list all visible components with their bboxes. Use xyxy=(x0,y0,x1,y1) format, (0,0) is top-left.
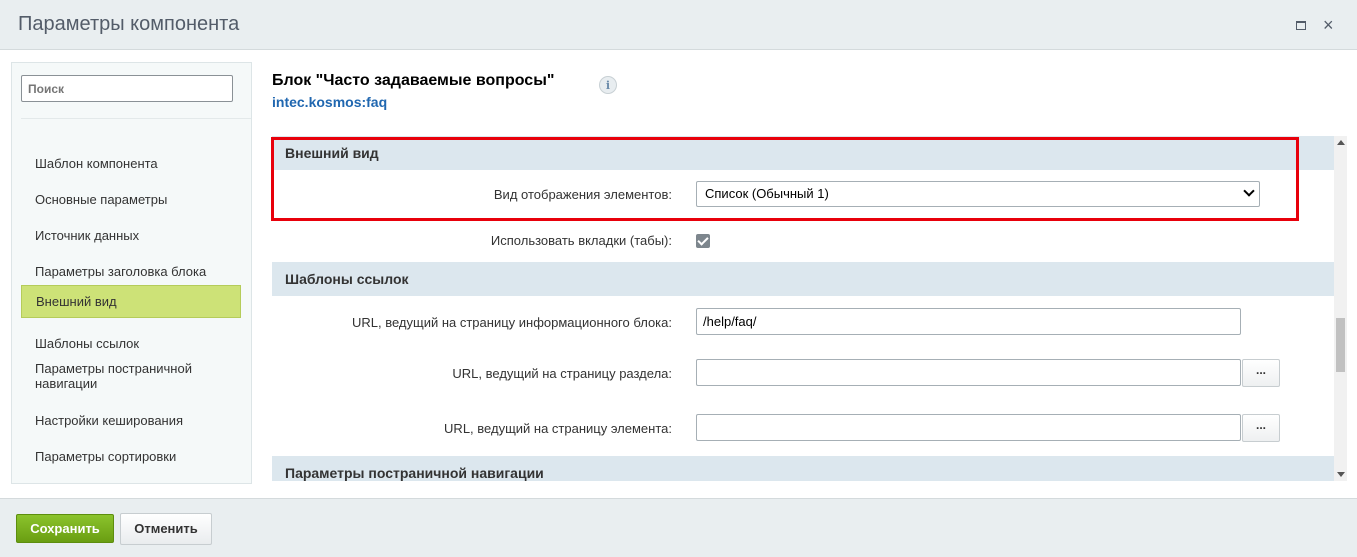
use-tabs-label: Использовать вкладки (табы): xyxy=(490,233,672,248)
row-section-url: URL, ведущий на страницу раздела: ... xyxy=(272,344,1334,402)
component-title: Блок "Часто задаваемые вопросы" xyxy=(272,72,555,89)
cancel-button[interactable]: Отменить xyxy=(120,513,212,545)
component-code: intec.kosmos:faq xyxy=(272,94,388,110)
element-url-browse-button[interactable]: ... xyxy=(1242,414,1280,442)
sidebar-item-caching[interactable]: Настройки кеширования xyxy=(21,406,241,434)
save-button[interactable]: Сохранить xyxy=(16,514,114,543)
annotation-highlight-box xyxy=(271,137,1299,221)
info-icon[interactable]: i xyxy=(599,76,617,94)
scroll-down-icon[interactable] xyxy=(1337,472,1345,477)
sidebar-item-sorting[interactable]: Параметры сортировки xyxy=(21,442,241,470)
row-use-tabs: Использовать вкладки (табы): xyxy=(272,218,1334,262)
sidebar-item-header-params[interactable]: Параметры заголовка блока xyxy=(21,257,241,285)
search-input[interactable] xyxy=(22,76,232,101)
maximize-icon[interactable] xyxy=(1296,21,1306,30)
sidebar-item-main-params[interactable]: Основные параметры xyxy=(21,185,241,213)
sidebar-item-appearance[interactable]: Внешний вид xyxy=(21,285,241,318)
dialog-body: Шаблон компонента Основные параметры Ист… xyxy=(0,50,1357,498)
info-url-label: URL, ведущий на страницу информационного… xyxy=(351,315,672,330)
section-url-browse-button[interactable]: ... xyxy=(1242,359,1280,387)
element-url-label: URL, ведущий на страницу элемента: xyxy=(444,421,672,436)
section-url-input[interactable] xyxy=(696,359,1241,386)
dialog-title: Параметры компонента xyxy=(18,13,240,35)
sidebar-item-template[interactable]: Шаблон компонента xyxy=(21,149,241,177)
dialog-footer: Сохранить Отменить xyxy=(0,498,1357,557)
scrollbar-thumb[interactable] xyxy=(1336,318,1345,372)
sidebar-item-pagination[interactable]: Параметры постраничной навигации xyxy=(21,359,241,393)
dialog-titlebar: Параметры компонента × xyxy=(0,0,1357,50)
sidebar: Шаблон компонента Основные параметры Ист… xyxy=(11,62,252,484)
element-url-input[interactable] xyxy=(696,414,1241,441)
row-element-url: URL, ведущий на страницу элемента: ... xyxy=(272,402,1334,456)
main-panel: Блок "Часто задаваемые вопросы" i intec.… xyxy=(272,50,1347,498)
info-url-input[interactable]: /help/faq/ xyxy=(696,308,1241,335)
sidebar-divider xyxy=(21,118,251,119)
sidebar-item-link-templates[interactable]: Шаблоны ссылок xyxy=(21,329,241,357)
search-field-wrapper xyxy=(21,75,233,102)
row-info-url: URL, ведущий на страницу информационного… xyxy=(272,296,1334,344)
section-pagination-header: Параметры постраничной навигации xyxy=(272,456,1334,481)
section-links-header: Шаблоны ссылок xyxy=(272,262,1334,296)
sidebar-item-data-source[interactable]: Источник данных xyxy=(21,221,241,249)
scrollbar[interactable] xyxy=(1334,136,1347,481)
use-tabs-checkbox[interactable] xyxy=(696,234,710,248)
scroll-up-icon[interactable] xyxy=(1337,140,1345,145)
close-icon[interactable]: × xyxy=(1323,15,1334,35)
section-url-label: URL, ведущий на страницу раздела: xyxy=(452,366,672,381)
